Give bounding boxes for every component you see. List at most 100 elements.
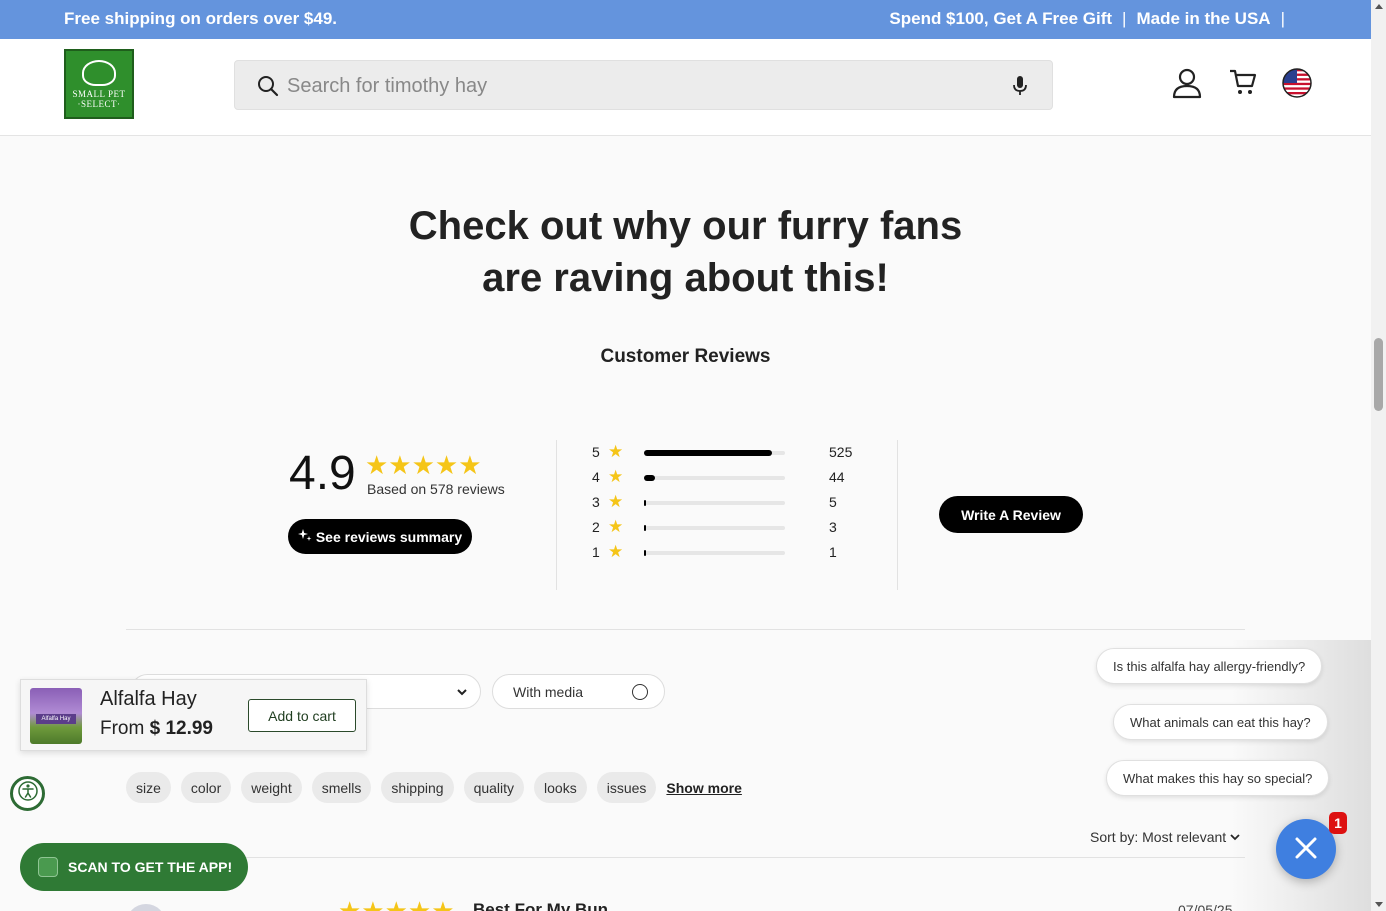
star-icon: ★ bbox=[608, 492, 624, 511]
product-name: Alfalfa Hay bbox=[100, 688, 197, 710]
star-icon: ★ bbox=[608, 517, 624, 536]
histogram-count: 525 bbox=[829, 444, 853, 460]
chip-quality[interactable]: quality bbox=[463, 772, 525, 803]
headline-line-1: Check out why our furry fans bbox=[408, 204, 963, 248]
sparkle-icon bbox=[297, 528, 312, 545]
announcement-usa[interactable]: Made in the USA bbox=[1136, 9, 1270, 28]
scrollbar-thumb[interactable] bbox=[1374, 338, 1383, 411]
histogram-row-1[interactable]: 1 ★ 1 bbox=[592, 542, 872, 562]
logo-emblem bbox=[82, 59, 116, 86]
microphone-icon[interactable] bbox=[1012, 75, 1028, 102]
chat-notification-badge: 1 bbox=[1329, 812, 1347, 834]
get-app-button[interactable]: SCAN TO GET THE APP! bbox=[20, 843, 248, 891]
chat-suggestion-allergy[interactable]: Is this alfalfa hay allergy-friendly? bbox=[1096, 648, 1323, 684]
page-scrollbar[interactable] bbox=[1371, 0, 1386, 911]
account-icon[interactable] bbox=[1172, 67, 1202, 104]
with-media-radio[interactable] bbox=[632, 684, 648, 700]
histogram-row-5[interactable]: 5 ★ 525 bbox=[592, 442, 872, 462]
announcement-sep-trailing: | bbox=[1280, 9, 1285, 28]
star-icon: ★ bbox=[608, 542, 624, 561]
histogram-bar-fill bbox=[644, 550, 646, 556]
search-icon[interactable] bbox=[257, 75, 279, 102]
sort-value: Most relevant bbox=[1142, 829, 1227, 845]
with-media-label: With media bbox=[513, 684, 584, 700]
price-prefix: From bbox=[100, 718, 145, 739]
chat-suggestion-animals[interactable]: What animals can eat this hay? bbox=[1113, 704, 1328, 740]
histogram-star-number: 1 bbox=[592, 544, 600, 560]
based-on-count: Based on 578 reviews bbox=[367, 481, 505, 497]
histogram-count: 44 bbox=[829, 469, 845, 485]
histogram-star-number: 4 bbox=[592, 469, 600, 485]
review-title: Best For My Bun bbox=[473, 900, 609, 911]
histogram-bar-track bbox=[644, 525, 785, 531]
histogram-star-number: 3 bbox=[592, 494, 600, 510]
histogram-bar-track bbox=[644, 550, 785, 556]
histogram-bar-fill bbox=[644, 475, 655, 481]
histogram-row-4[interactable]: 4 ★ 44 bbox=[592, 467, 872, 487]
histogram-row-3[interactable]: 3 ★ 5 bbox=[592, 492, 872, 512]
accessibility-icon bbox=[17, 781, 38, 806]
review-date: 07/05/25 bbox=[1178, 902, 1233, 911]
close-icon bbox=[1294, 836, 1318, 863]
summary-divider-left bbox=[556, 440, 557, 590]
review-stars: ★★★★★ bbox=[338, 896, 455, 911]
app-icon bbox=[38, 857, 58, 877]
summary-divider-right bbox=[897, 440, 898, 590]
site-logo[interactable]: SMALL PET ·SELECT· bbox=[64, 49, 134, 119]
chevron-down-icon bbox=[456, 685, 468, 703]
product-thumbnail[interactable]: Alfalfa Hay bbox=[30, 688, 82, 744]
see-reviews-summary-label: See reviews summary bbox=[315, 528, 463, 545]
histogram-bar-track bbox=[644, 450, 785, 456]
star-icon: ★ bbox=[608, 467, 624, 486]
scroll-up-arrow-icon[interactable] bbox=[1375, 4, 1383, 9]
histogram-row-2[interactable]: 2 ★ 3 bbox=[592, 517, 872, 537]
chat-suggestion-special[interactable]: What makes this hay so special? bbox=[1106, 760, 1330, 796]
chip-shipping[interactable]: shipping bbox=[381, 772, 454, 803]
sticky-product-bar: Alfalfa Hay Alfalfa Hay From $ 12.99 Add… bbox=[20, 679, 367, 751]
search-bar[interactable] bbox=[234, 60, 1053, 110]
chip-looks[interactable]: looks bbox=[534, 772, 587, 803]
announcement-shipping: Free shipping on orders over $49. bbox=[64, 9, 338, 28]
sort-dropdown[interactable]: Sort by: Most relevant bbox=[1090, 829, 1240, 845]
product-thumbnail-label: Alfalfa Hay bbox=[36, 714, 76, 724]
histogram-count: 5 bbox=[829, 494, 837, 510]
logo-text-1: SMALL PET bbox=[72, 88, 126, 99]
search-input[interactable] bbox=[287, 73, 987, 99]
product-price: From $ 12.99 bbox=[100, 718, 213, 740]
histogram-bar-fill bbox=[644, 525, 646, 531]
scroll-down-arrow-icon[interactable] bbox=[1375, 902, 1383, 907]
sort-label: Sort by: bbox=[1090, 829, 1139, 845]
histogram-bar-track bbox=[644, 475, 785, 481]
histogram-bar-fill bbox=[644, 450, 772, 456]
announcement-sep: | bbox=[1122, 9, 1127, 28]
chip-smells[interactable]: smells bbox=[311, 772, 372, 803]
average-rating: 4.9 bbox=[289, 447, 356, 500]
histogram-star-number: 2 bbox=[592, 519, 600, 535]
with-media-toggle[interactable]: With media bbox=[492, 674, 665, 709]
accessibility-button[interactable] bbox=[10, 776, 45, 811]
announcement-gift[interactable]: Spend $100, Get A Free Gift bbox=[889, 9, 1112, 28]
chip-issues[interactable]: issues bbox=[596, 772, 657, 803]
add-to-cart-button[interactable]: Add to cart bbox=[248, 699, 356, 732]
reviews-divider-top bbox=[126, 629, 1245, 630]
show-more-link[interactable]: Show more bbox=[666, 780, 741, 796]
chip-color[interactable]: color bbox=[180, 772, 232, 803]
average-stars: ★★★★★ bbox=[365, 450, 482, 480]
logo-text-2: ·SELECT· bbox=[77, 98, 121, 109]
get-app-label: SCAN TO GET THE APP! bbox=[68, 859, 233, 875]
histogram-count: 1 bbox=[829, 544, 837, 560]
see-reviews-summary-button[interactable]: See reviews summary bbox=[288, 519, 472, 554]
announcement-right: Spend $100, Get A Free Gift | Made in the … bbox=[889, 9, 1295, 29]
chat-close-button[interactable] bbox=[1276, 819, 1336, 879]
reviews-divider-bottom bbox=[126, 857, 1245, 858]
cart-icon[interactable] bbox=[1229, 67, 1257, 102]
write-review-button[interactable]: Write A Review bbox=[939, 496, 1083, 533]
histogram-star-number: 5 bbox=[592, 444, 600, 460]
chip-weight[interactable]: weight bbox=[241, 772, 302, 803]
chip-size[interactable]: size bbox=[126, 772, 171, 803]
histogram-bar-fill bbox=[644, 500, 646, 506]
us-flag-icon[interactable] bbox=[1282, 68, 1312, 103]
reviewer-avatar bbox=[126, 904, 166, 911]
star-icon: ★ bbox=[608, 442, 624, 461]
headline-line-2: are raving about this! bbox=[482, 256, 889, 300]
